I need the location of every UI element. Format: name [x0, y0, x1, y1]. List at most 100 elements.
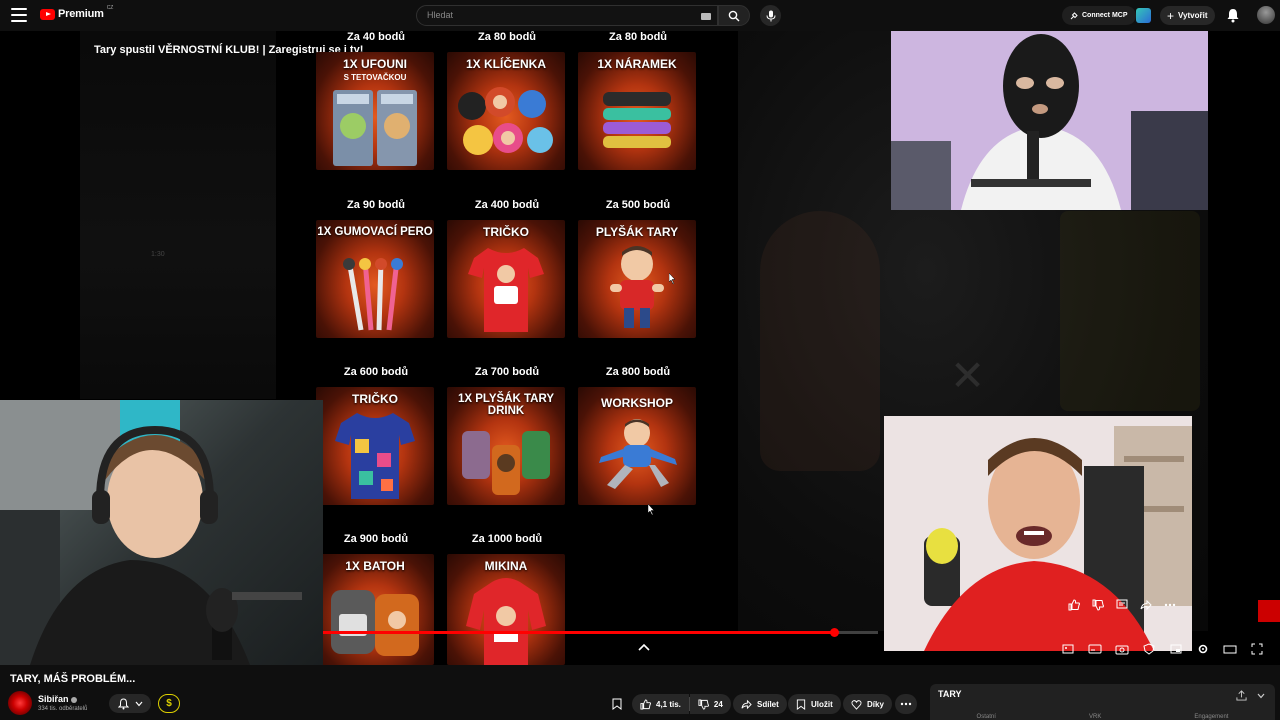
overlay-actions	[1066, 597, 1178, 613]
plush-tary-image	[610, 246, 664, 328]
channel-name[interactable]: Sibiřan	[38, 694, 77, 704]
comment-icon[interactable]	[1114, 597, 1130, 613]
more-dots-icon[interactable]	[1162, 597, 1178, 613]
share-arrow-icon[interactable]	[1138, 597, 1154, 613]
heart-dollar-icon	[851, 699, 862, 710]
side-panel-logo: TARY	[938, 689, 962, 699]
thanks-label: Díky	[867, 699, 884, 709]
reward-title: 1X NÁRAMEK	[597, 57, 677, 71]
thumbs-up-icon[interactable]	[1066, 597, 1082, 613]
chevron-down-icon[interactable]	[1257, 693, 1265, 699]
youtube-play-icon	[40, 8, 55, 20]
fullscreen-icon[interactable]	[1249, 641, 1265, 657]
save-action: Uložit	[788, 694, 841, 714]
create-label: Vytvořit	[1178, 11, 1208, 20]
join-membership-button[interactable]: $	[158, 694, 180, 713]
share-arrow-icon	[741, 699, 752, 709]
like-count: 4,1 tis.	[656, 699, 681, 709]
save-button[interactable]: Uložit	[788, 694, 841, 714]
side-tab[interactable]: Engagement	[1194, 714, 1228, 720]
reward-title: MIKINA	[484, 559, 528, 573]
reward-card: TRIČKO	[316, 387, 434, 505]
connect-mcp-button[interactable]: Connect MCP	[1062, 6, 1136, 25]
shield-icon[interactable]	[1141, 641, 1157, 657]
connect-mcp-label: Connect MCP	[1082, 12, 1128, 19]
voice-search-button[interactable]	[760, 5, 781, 26]
subtitles-icon[interactable]	[1087, 641, 1103, 657]
side-tab[interactable]: Ostatní	[977, 714, 996, 720]
progress-played	[323, 631, 834, 634]
thumbnail-icon[interactable]	[1060, 641, 1076, 657]
reward-price: Za 80 bodů	[477, 31, 537, 43]
share-button[interactable]: Sdílet	[733, 694, 787, 714]
red-tshirt-image	[468, 248, 544, 332]
mouse-cursor-icon	[648, 504, 655, 515]
backpack-image	[331, 590, 419, 656]
notifications-bell-icon[interactable]	[1226, 8, 1240, 23]
search-icon	[728, 10, 740, 21]
theater-mode-icon[interactable]	[1222, 641, 1238, 657]
reward-title: 1X KLÍČENKA	[465, 57, 546, 71]
like-dislike-group: 4,1 tis. 24	[632, 694, 731, 714]
thumbs-down-icon[interactable]	[1090, 597, 1106, 613]
side-panel: TARY Ostatní VRK Engagement	[930, 684, 1275, 720]
mouse-cursor-icon	[669, 273, 676, 284]
reward-price: Za 600 bodů	[343, 366, 409, 378]
side-panel-tabs: Ostatní VRK Engagement	[930, 714, 1275, 720]
extension-icon[interactable]	[1136, 8, 1151, 23]
channel-avatar[interactable]	[8, 691, 32, 715]
reward-price: Za 90 bodů	[346, 199, 406, 211]
create-button[interactable]: + Vytvořit	[1160, 6, 1215, 25]
search-box	[416, 5, 718, 26]
thanks-button[interactable]: Díky	[843, 694, 892, 714]
camera-icon[interactable]	[1114, 641, 1130, 657]
progress-scrubber[interactable]	[829, 628, 839, 637]
verified-icon	[70, 696, 77, 703]
reward-card: 1X GUMOVACÍ PERO	[316, 220, 434, 338]
reward-title: WORKSHOP	[601, 396, 673, 410]
progress-bar[interactable]	[323, 628, 878, 637]
video-player[interactable]: ✕ Tary spustil VĚRNOSTNÍ KLUB! | Zaregis…	[0, 31, 1280, 665]
keychains-image	[458, 87, 553, 155]
plus-icon: +	[1167, 8, 1175, 23]
headphones-person-image	[0, 400, 302, 665]
reward-card: 1X PLYŠÁK TARY DRINK	[447, 387, 565, 505]
webcam-reacting-streamer	[0, 400, 323, 665]
channel-badge	[1258, 600, 1280, 622]
reward-price: Za 40 bodů	[346, 31, 406, 43]
chevron-up-icon[interactable]	[638, 643, 650, 651]
more-actions-button[interactable]	[895, 694, 917, 714]
settings-gear-icon[interactable]	[1195, 641, 1211, 657]
reward-price: Za 80 bodů	[608, 31, 668, 43]
background-x-mark: ✕	[950, 352, 986, 399]
thumbs-down-icon	[698, 698, 709, 710]
reward-card: MIKINA	[447, 554, 565, 665]
plush-drinks-image	[462, 431, 550, 495]
background-figure	[760, 211, 880, 471]
reward-price: Za 800 bodů	[605, 366, 671, 378]
side-tab[interactable]: VRK	[1089, 714, 1101, 720]
search-button[interactable]	[718, 5, 750, 26]
youtube-premium-logo[interactable]: Premium CZ	[40, 5, 113, 20]
bookmark-button[interactable]	[612, 694, 622, 714]
reward-card: 1X NÁRAMEK	[578, 52, 696, 170]
account-avatar[interactable]	[1257, 6, 1275, 24]
red-hoodie-image	[466, 578, 546, 665]
logo-text: Premium	[58, 8, 104, 20]
webcam-tary	[884, 416, 1192, 651]
menu-icon[interactable]	[11, 8, 27, 22]
upload-icon[interactable]	[1236, 690, 1247, 701]
share-label: Sdílet	[757, 699, 779, 709]
search-input[interactable]	[427, 10, 687, 20]
miniplayer-icon[interactable]	[1168, 641, 1184, 657]
subscription-bell-button[interactable]	[109, 694, 151, 713]
more-actions	[895, 694, 917, 714]
webcam-masked-streamer	[891, 31, 1208, 210]
reward-card: TRIČKO	[447, 220, 565, 338]
dislike-button[interactable]: 24	[689, 694, 731, 714]
reward-title: 1X BATOH	[345, 559, 405, 573]
tary-person-image	[884, 416, 1192, 651]
bookmark-icon	[612, 698, 622, 710]
keyboard-icon[interactable]	[701, 13, 711, 20]
like-button[interactable]: 4,1 tis.	[632, 694, 689, 714]
